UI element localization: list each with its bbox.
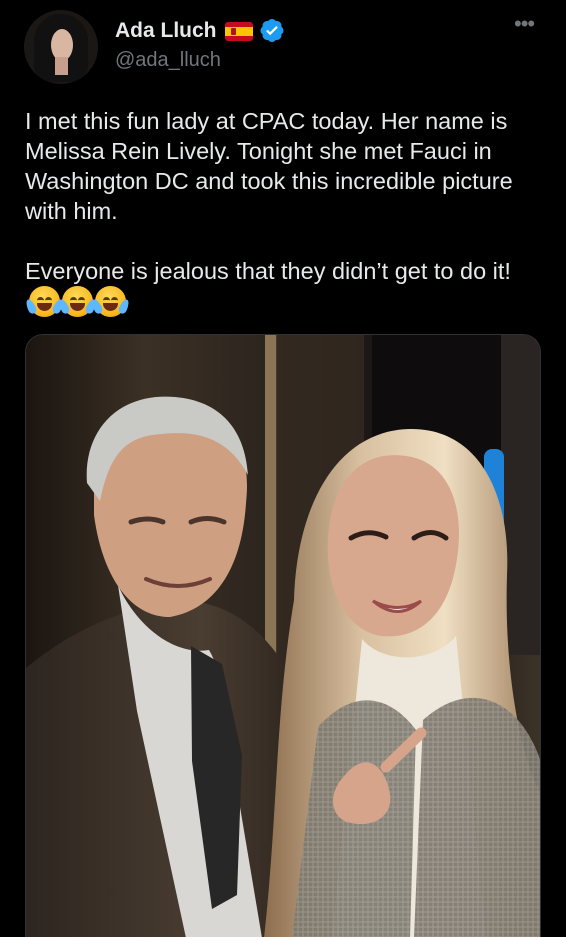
- tweet-paragraph-2-text: Everyone is jealous that they didn’t get…: [25, 258, 511, 284]
- display-name[interactable]: Ada Lluch: [115, 19, 217, 43]
- tweet-photo[interactable]: [25, 334, 541, 937]
- face-with-tears-of-joy-icon: [90, 286, 131, 317]
- emoji-mouth: [103, 303, 118, 311]
- emoji-group: [24, 286, 131, 317]
- face-with-tears-of-joy-icon: [57, 286, 98, 317]
- tweet-card: Ada Lluch @ada_lluch ••• I met this fun …: [0, 0, 566, 937]
- more-options-icon[interactable]: •••: [514, 13, 540, 40]
- door-frame: [265, 335, 277, 665]
- tweet-paragraph-2: Everyone is jealous that they didn’t get…: [24, 256, 545, 319]
- face-with-tears-of-joy-icon: [24, 286, 65, 317]
- spain-flag-icon: [224, 21, 253, 41]
- emoji-mouth: [37, 303, 52, 311]
- right-panel: [501, 335, 540, 655]
- tweet-text: I met this fun lady at CPAC today. Her n…: [24, 106, 545, 319]
- photo-illustration: [26, 335, 540, 937]
- tear-right-icon: [117, 298, 131, 315]
- profile-avatar[interactable]: [24, 10, 98, 84]
- avatar-neck: [55, 57, 68, 75]
- display-name-row: Ada Lluch: [115, 17, 284, 45]
- emoji-mouth: [70, 303, 85, 311]
- tear-left-icon: [24, 298, 38, 315]
- verified-badge-icon: [260, 19, 284, 42]
- user-handle[interactable]: @ada_lluch: [115, 49, 284, 72]
- woman-jacket-right: [414, 697, 540, 937]
- tweet-author-header: Ada Lluch @ada_lluch: [115, 17, 284, 72]
- tweet-paragraph-1: I met this fun lady at CPAC today. Her n…: [25, 108, 513, 224]
